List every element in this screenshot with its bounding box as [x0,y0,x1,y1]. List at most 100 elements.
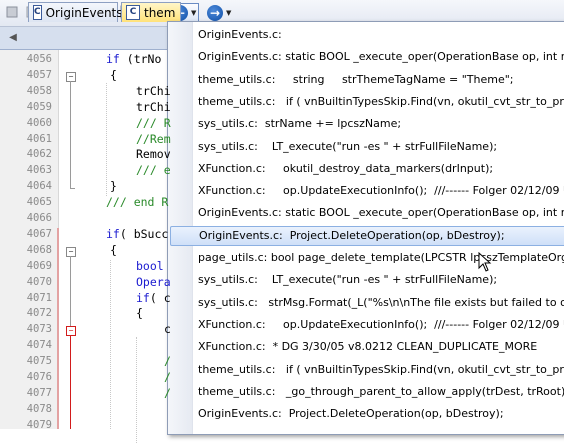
line-number: 4077 [26,386,52,399]
fold-collapse-box[interactable]: − [66,246,76,257]
code-line[interactable]: bool [136,259,164,273]
navigate-forward-button[interactable]: → ▼ [205,3,235,23]
change-indicator-bar [57,227,59,429]
code-text: } [110,179,117,194]
code-line[interactable]: if( bSucc [106,227,168,241]
history-menu-item[interactable]: theme_utils.c: _go_through_parent_to_all… [194,382,564,402]
line-number: 4063 [26,164,52,177]
mouse-cursor-icon [478,251,492,272]
code-line[interactable]: / [164,370,171,384]
history-menu-item[interactable]: sys_utils.c: LT_execute("run -es " + str… [194,137,564,157]
history-menu-item[interactable]: sys_utils.c: strName += lpcszName; [194,114,564,134]
fold-end-marker [70,188,75,190]
code-text: { [110,242,117,257]
tab-theme-utils[interactable]: C them [121,2,181,22]
code-comment: / [164,385,171,400]
line-number: 4062 [26,148,52,161]
line-number: 4067 [26,227,52,240]
line-number: 4070 [26,275,52,288]
code-keyword: Opera [136,274,171,289]
line-number: 4066 [26,212,52,224]
code-comment: /// end R [106,195,169,210]
navigation-history-dropdown[interactable]: OriginEvents.c: OriginEvents.c: static BO… [167,21,564,435]
code-text: c [164,322,171,337]
code-line[interactable]: /// end R [106,195,168,209]
history-menu-item[interactable]: XFunction.c: op.UpdateExecutionInfo(); /… [194,315,564,335]
code-keyword: if [106,52,120,66]
line-number: 4074 [26,339,52,352]
history-menu-item[interactable]: sys_utils.c: strMsg.Format(_L("%s\n\nThe… [194,293,564,313]
chevron-down-icon[interactable]: ▼ [191,9,196,17]
code-line[interactable]: if (trNo [106,52,161,66]
line-number: 4064 [26,180,52,193]
line-number: 4057 [26,68,52,81]
line-number: 4059 [26,100,52,113]
code-line[interactable]: } [110,179,117,193]
code-line[interactable]: / [164,386,171,400]
c-file-icon: C [33,5,42,20]
tab-originevents[interactable]: C OriginEvents [28,2,123,22]
chevron-down-icon[interactable]: ▼ [226,9,231,17]
history-menu-item[interactable]: page_utils.c: bool page_delete_template(… [194,248,564,268]
indent-guide [110,259,112,429]
code-text: { [136,306,143,321]
stop-icon[interactable] [4,4,20,20]
c-file-icon: C [126,5,140,20]
fold-collapse-box[interactable]: − [66,71,76,82]
history-menu-item[interactable]: OriginEvents.c: static BOOL _execute_ope… [194,47,564,67]
code-line[interactable]: Remov [136,147,171,161]
code-text: ( c [149,290,171,305]
history-menu-item[interactable]: OriginEvents.c: Project.DeleteOperation(… [170,225,564,246]
code-line[interactable]: { [110,243,117,257]
history-menu-item[interactable]: OriginEvents.c: static BOOL _execute_ope… [194,203,564,223]
code-text: trChi [136,83,171,98]
line-number: 4071 [26,291,52,304]
code-keyword: if [136,290,150,305]
code-comment: / [164,354,171,369]
code-keyword: bool [136,258,164,273]
line-number: 4060 [26,116,52,129]
code-comment: //Rem [136,131,171,146]
history-menu-item[interactable]: XFunction.c: okutil_destroy_data_markers… [194,159,564,179]
code-line[interactable]: /// e [136,163,171,177]
code-comment: /// e [136,163,171,178]
fold-guide-line [70,255,71,328]
code-line[interactable]: /// R [136,116,171,130]
code-line[interactable]: //Rem [136,132,171,146]
code-line[interactable]: if( c [136,291,171,305]
fold-collapse-box[interactable]: − [66,326,76,337]
code-line[interactable]: / [164,354,171,368]
code-comment: /// R [136,115,171,130]
line-number: 4058 [26,84,52,97]
code-line[interactable]: { [136,306,143,320]
history-menu-item[interactable]: theme_utils.c: string strThemeTagName = … [194,70,564,90]
line-number: 4072 [26,307,52,320]
code-text: { [110,67,117,82]
line-number: 4075 [26,355,52,368]
code-text: Remov [136,147,171,162]
code-line[interactable]: trChi [136,100,171,114]
line-number: 4061 [26,132,52,145]
history-menu-item[interactable]: theme_utils.c: if ( vnBuiltinTypesSkip.F… [194,360,564,380]
code-line[interactable]: trChi [136,84,171,98]
history-menu-item[interactable]: OriginEvents.c: [194,25,564,45]
code-line[interactable]: c [164,322,171,336]
code-line[interactable]: Opera [136,275,171,289]
line-number: 4073 [26,323,52,336]
line-number: 4056 [26,53,52,65]
indent-guide [106,82,108,197]
indent-guide [136,337,138,443]
history-menu-item[interactable]: XFunction.c: op.UpdateExecutionInfo(); /… [194,181,564,201]
history-menu-item[interactable]: OriginEvents.c: Project.DeleteOperation(… [194,404,564,424]
line-number-gutter: 4056 4057 4058 4059 4060 4061 4062 4063 4064 4065… [0,50,59,431]
history-menu-item[interactable]: sys_utils.c: LT_execute("run -es " + str… [194,270,564,290]
tab-label: them [144,5,176,20]
tab-label: OriginEvents [45,5,123,20]
line-number: 4076 [26,371,52,383]
fold-guide-line [70,335,71,429]
history-menu-item[interactable]: theme_utils.c: if ( vnBuiltinTypesSkip.F… [194,92,564,112]
code-line[interactable]: { [110,68,117,82]
history-menu-item[interactable]: XFunction.c: * DG 3/30/05 v8.0212 CLEAN_… [194,337,564,357]
code-comment: / [164,370,171,384]
tab-scroll-left-icon[interactable]: ◀ [6,29,20,47]
